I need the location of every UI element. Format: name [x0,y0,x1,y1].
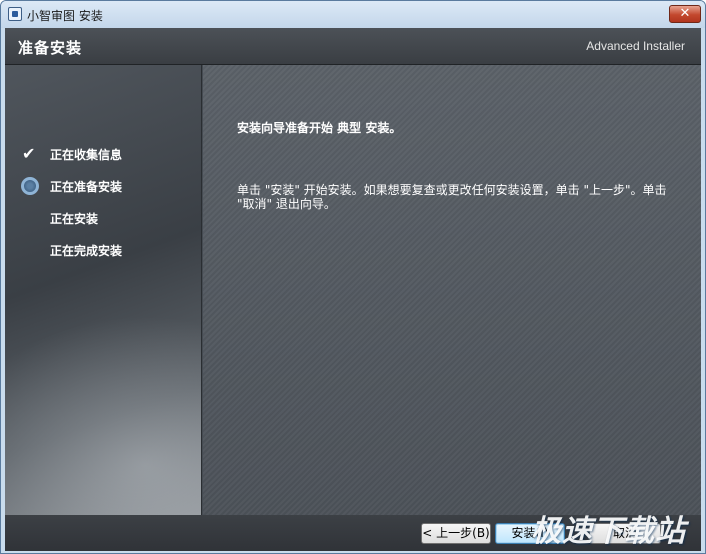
main-panel: 安装向导准备开始 典型 安装。 单击 "安装" 开始安装。如果想要复查或更改任何… [203,65,701,515]
current-step-ring-icon [21,177,39,195]
main-description: 单击 "安装" 开始安装。如果想要复查或更改任何安装设置，单击 "上一步"。单击… [237,183,667,211]
check-icon [21,144,41,163]
step-label: 正在收集信息 [50,148,123,162]
brand-label: Advanced Installer [586,39,685,53]
title-bar: 小智审图 安装 ✕ [1,1,705,28]
content-area: 正在收集信息 正在准备安装 正在安装 正在完成安装 安装向导准备开始 典型 安装… [5,65,701,515]
step-label: 正在完成安装 [50,244,123,258]
back-button[interactable]: < 上一步(B) [421,523,491,544]
step-label: 正在准备安装 [50,180,123,194]
page-header: 准备安装 Advanced Installer [5,28,701,65]
app-icon [8,7,22,21]
steps-sidebar: 正在收集信息 正在准备安装 正在安装 正在完成安装 [5,65,202,515]
page-title: 准备安装 [18,39,83,57]
window-title: 小智审图 安装 [27,9,103,23]
close-button[interactable]: ✕ [669,5,701,23]
main-heading: 安装向导准备开始 典型 安装。 [237,121,402,135]
watermark-logo: 极速下载站 [531,514,686,549]
installer-window: 小智审图 安装 ✕ 准备安装 Advanced Installer 正在收集信息… [0,0,706,554]
step-label: 正在安装 [50,212,99,226]
